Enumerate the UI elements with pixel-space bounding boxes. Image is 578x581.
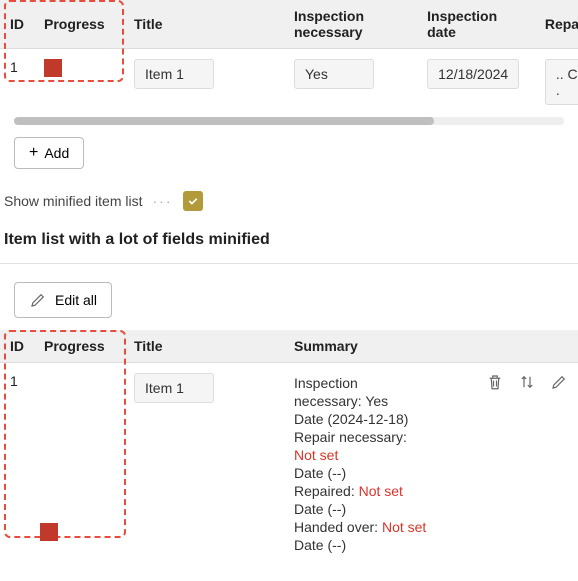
summary-not-set: Not set	[294, 447, 568, 463]
add-button[interactable]: + Add	[14, 137, 84, 169]
edit-all-label: Edit all	[55, 292, 97, 308]
summary-line: Handed over: Not set	[294, 519, 568, 535]
delete-button[interactable]	[486, 373, 504, 394]
summary-line: necessary: Yes	[294, 393, 568, 409]
cell-progress	[34, 363, 124, 566]
col-inspection-necessary: Inspection necessary	[284, 0, 417, 49]
summary-line: Date (--)	[294, 465, 568, 481]
col-inspection-date: Inspection date	[417, 0, 535, 49]
col-id: ID	[0, 0, 34, 49]
col-id: ID	[0, 330, 34, 363]
toggle-label: Show minified item list	[4, 193, 143, 209]
summary-not-set: Not set	[382, 519, 426, 535]
minified-checkbox[interactable]	[183, 191, 203, 211]
section-title: Item list with a lot of fields minified	[0, 225, 578, 263]
add-button-label: Add	[44, 145, 69, 161]
trash-icon	[486, 373, 504, 391]
col-title: Title	[124, 0, 284, 49]
divider	[0, 263, 578, 264]
horizontal-scrollbar[interactable]	[14, 117, 564, 125]
progress-indicator-icon	[44, 59, 62, 77]
table-row: 1 Item 1	[0, 363, 578, 566]
title-input[interactable]: Item 1	[134, 59, 214, 89]
repair-necessary-select[interactable]: .. Choose .	[545, 59, 578, 105]
edit-button[interactable]	[550, 373, 568, 394]
cell-id: 1	[0, 49, 34, 116]
ellipsis-icon: ···	[153, 193, 173, 209]
summary-line: Date (--)	[294, 537, 568, 553]
summary-line: Repair necessary:	[294, 429, 568, 445]
summary-not-set: Not set	[359, 483, 403, 499]
cell-id: 1	[0, 363, 34, 566]
items-table-top: ID Progress Title Inspection necessary I…	[0, 0, 578, 115]
items-table-minified: ID Progress Title Summary 1 Item 1	[0, 330, 578, 565]
pencil-icon	[29, 291, 47, 309]
inspection-necessary-select[interactable]: Yes	[294, 59, 374, 89]
col-progress: Progress	[34, 330, 124, 363]
summary-line: Date (2024-12-18)	[294, 411, 568, 427]
title-input[interactable]: Item 1	[134, 373, 214, 403]
pencil-icon	[550, 373, 568, 391]
progress-indicator-icon	[40, 523, 58, 541]
col-progress: Progress	[34, 0, 124, 49]
col-repair-necessary: Repair nece	[535, 0, 578, 49]
summary-line: Repaired: Not set	[294, 483, 568, 499]
plus-icon: +	[29, 145, 38, 161]
check-icon	[187, 195, 199, 207]
table-row: 1 Item 1 Yes 12/18/2024 .. Choose .	[0, 49, 578, 116]
reorder-button[interactable]	[518, 373, 536, 394]
inspection-date-input[interactable]: 12/18/2024	[427, 59, 519, 89]
arrows-horizontal-icon	[518, 373, 536, 391]
summary-line: Date (--)	[294, 501, 568, 517]
edit-all-button[interactable]: Edit all	[14, 282, 112, 318]
cell-progress	[34, 49, 124, 116]
col-summary: Summary	[284, 330, 578, 363]
col-title: Title	[124, 330, 284, 363]
